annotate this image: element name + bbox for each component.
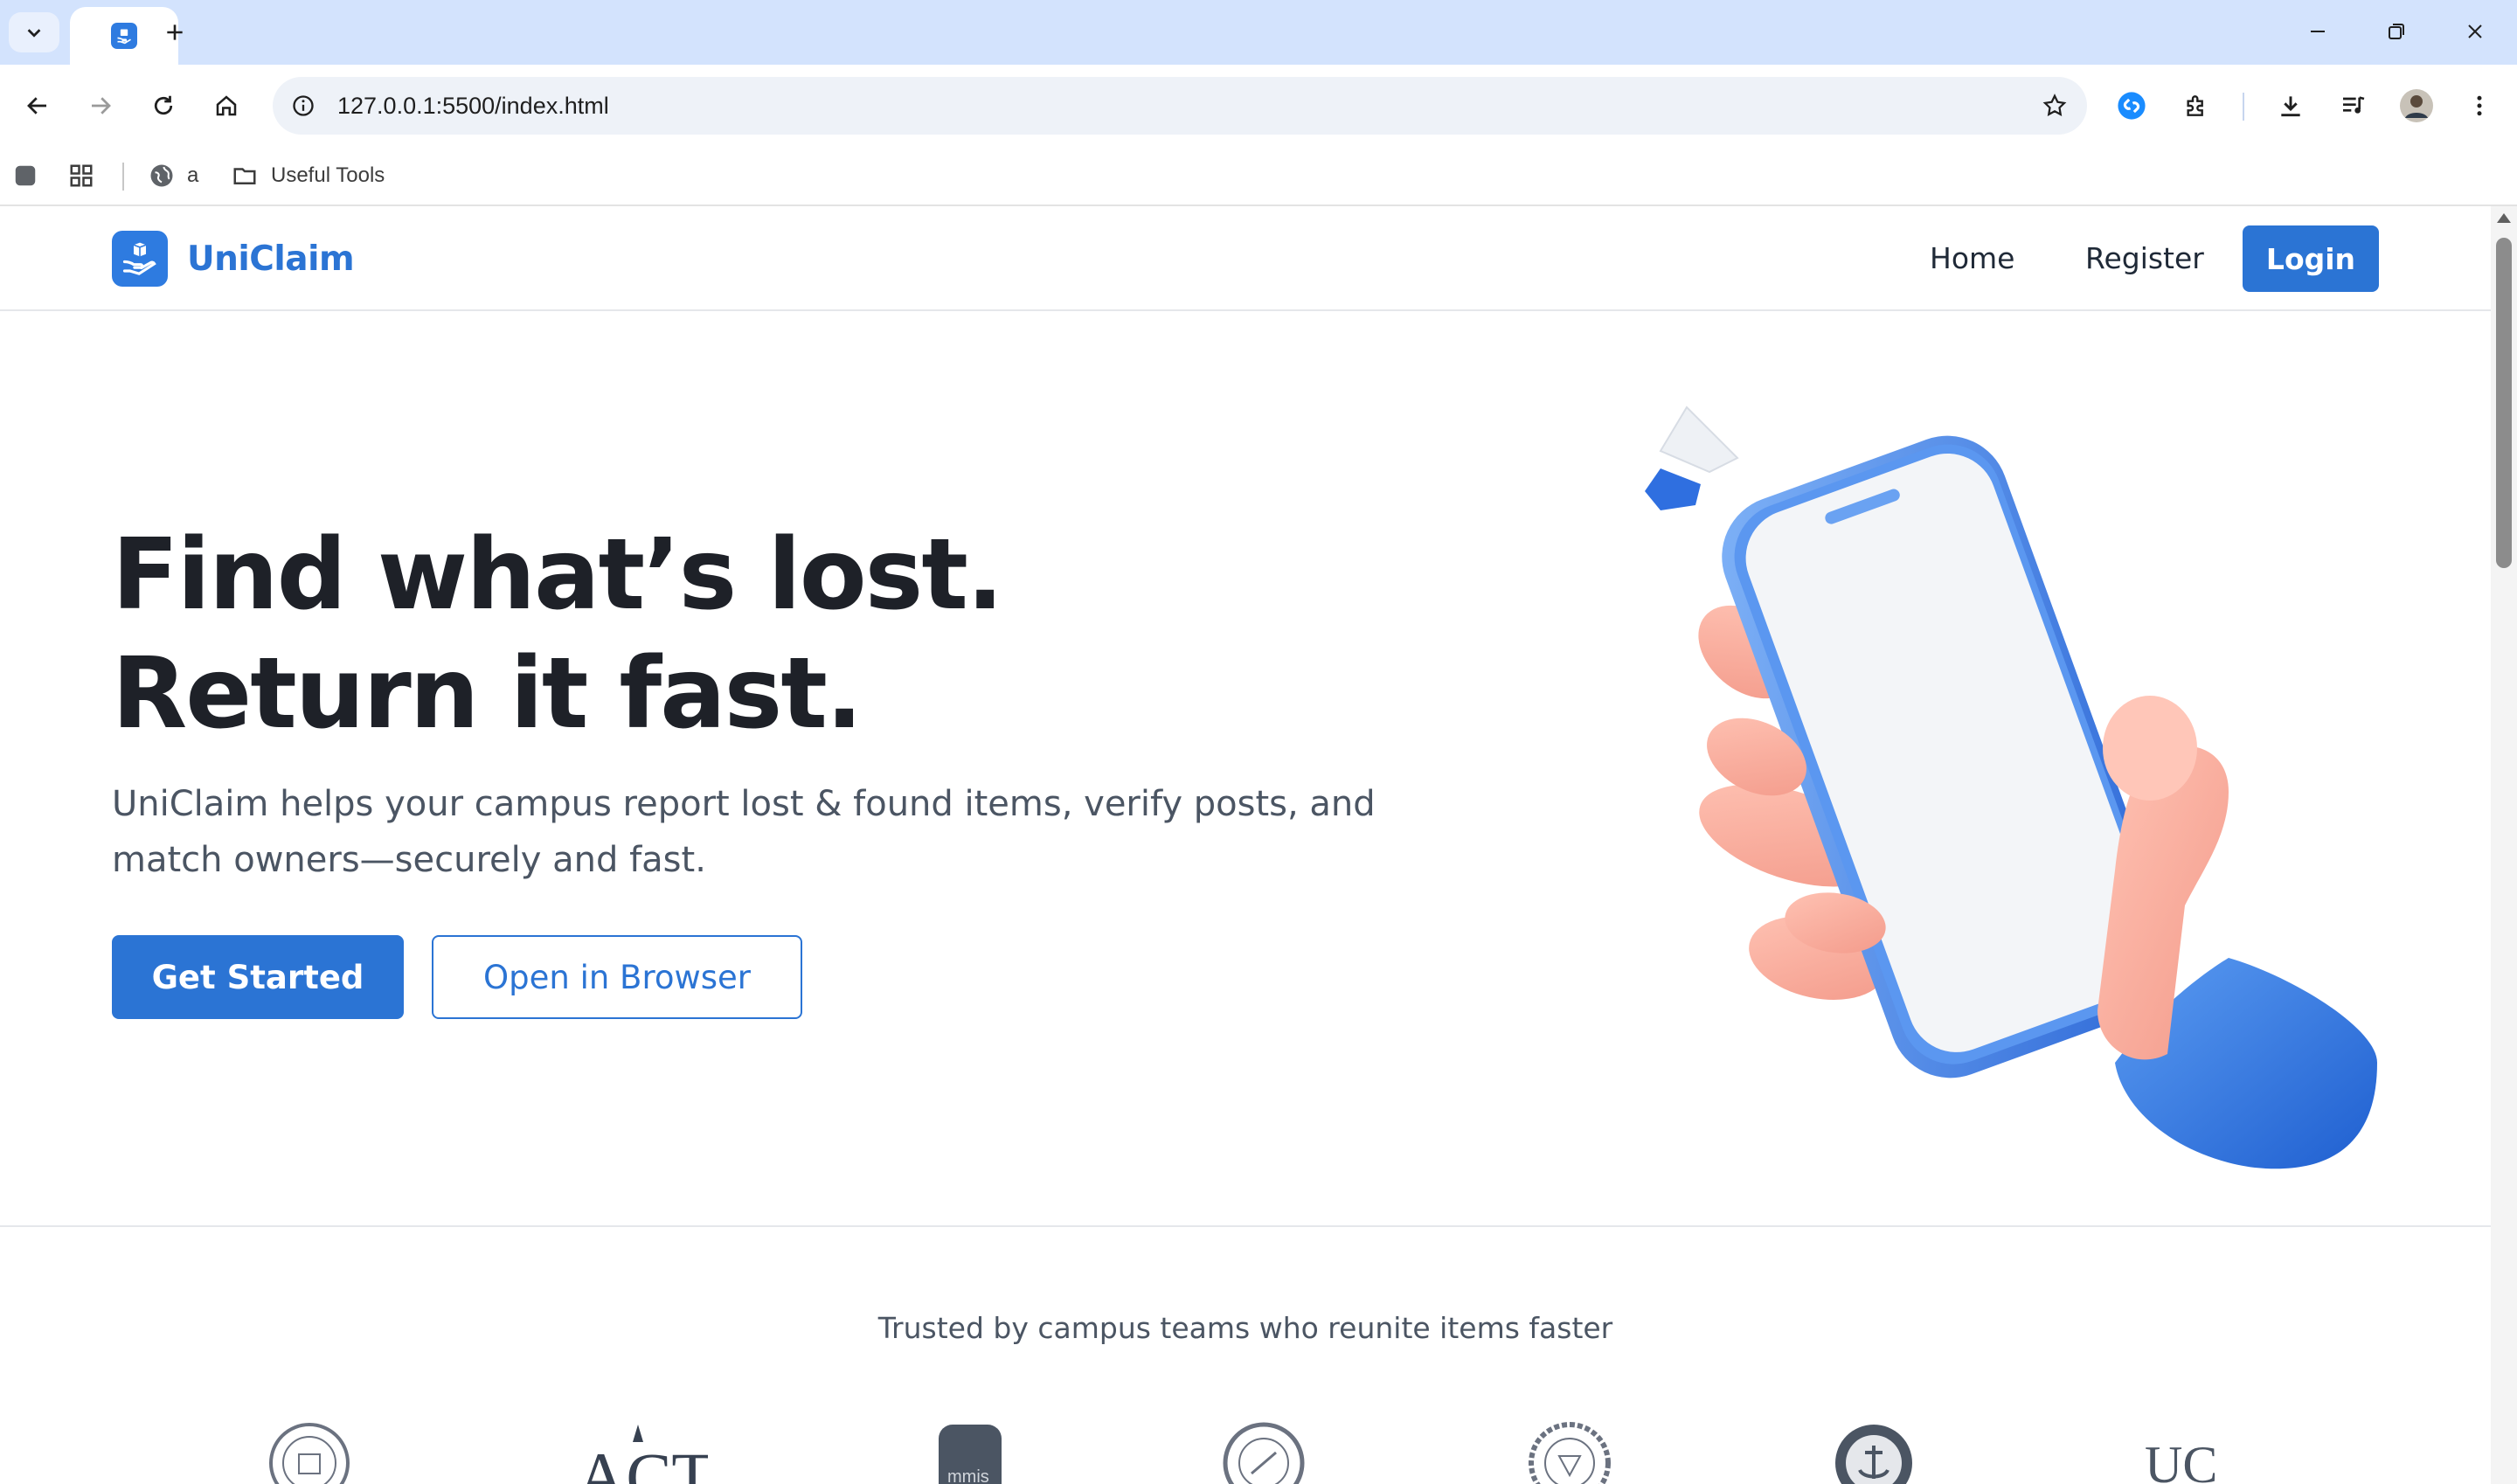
bookmark-app-square[interactable] [12,156,38,196]
browser-toolbar: 127.0.0.1:5500/index.html [0,65,2517,147]
minimize-button[interactable] [2286,9,2349,54]
home-icon [216,95,237,116]
bookmark-folder-useful-tools[interactable]: Useful Tools [231,156,385,196]
bookmarks-separator [122,163,124,191]
close-window-button[interactable] [2444,9,2507,54]
section-divider [0,1225,2491,1227]
svg-text:mmis: mmis [947,1467,989,1484]
plus-icon [167,24,183,40]
nav-home-link[interactable]: Home [1930,231,2014,287]
forward-button[interactable] [77,82,124,129]
new-tab-button[interactable] [154,12,196,52]
brand[interactable]: UniClaim [112,231,355,287]
restore-button[interactable] [2365,9,2428,54]
bookmark-a[interactable]: a [149,156,198,196]
act-logo-icon: ACT [577,1425,708,1484]
hero-subtitle: UniClaim helps your campus report lost &… [112,784,1376,880]
bookmarks-bar: a Useful Tools [0,147,2517,206]
globe-icon [150,164,173,187]
partner-logos: ACT mmis UC [0,1421,2491,1484]
close-icon [2468,24,2482,38]
hero-title-line-1: Find what’s lost. [112,518,1003,632]
normal-university-seal-icon [1223,1422,1305,1484]
shazam-extension-icon[interactable] [2108,82,2155,129]
downloads-icon[interactable] [2267,82,2314,129]
site-info-icon[interactable] [285,87,322,124]
hero-title-line-2: Return it fast. [112,637,863,751]
extensions-puzzle-icon[interactable] [2173,82,2220,129]
back-button[interactable] [14,82,61,129]
open-in-browser-button[interactable]: Open in Browser [432,935,802,1019]
folder-icon [233,168,256,184]
profile-avatar[interactable] [2393,82,2440,129]
brand-name: UniClaim [187,239,355,279]
bookmark-apps-grid[interactable] [68,156,94,196]
tab-search-button[interactable] [9,12,59,52]
bookmark-label: Useful Tools [271,163,385,187]
hand-holding-phone-illustration [1645,406,2377,1169]
chevron-down-icon [27,29,41,38]
scroll-up-arrow-icon[interactable] [2497,213,2511,223]
browser-menu-icon[interactable] [2456,82,2503,129]
arrow-left-icon [27,97,46,114]
page-viewport: UniClaim Home Register Login Find what’s… [0,206,2491,1484]
bookmark-star-icon[interactable] [2036,87,2073,124]
media-controls-icon[interactable] [2330,82,2377,129]
uniclaim-favicon-icon [111,23,137,49]
restore-icon [2389,24,2404,39]
university-seal-icon [1529,1422,1611,1484]
home-button[interactable] [203,82,250,129]
page-scrollbar[interactable] [2491,206,2517,1484]
nav-login-button[interactable]: Login [2243,225,2379,292]
uc-logo-icon: UC [2145,1436,2217,1484]
reload-button[interactable] [140,82,187,129]
minimize-icon [2311,31,2325,32]
browser-tabstrip [0,0,2517,65]
uniclaim-logo-icon [112,231,168,287]
mmis-logo-icon: mmis [939,1425,1002,1484]
nav-register-link[interactable]: Register [2085,231,2204,287]
arrow-right-icon [92,97,111,114]
app-square-icon [15,165,36,186]
get-started-button[interactable]: Get Started [112,935,404,1019]
site-navbar: UniClaim Home Register Login [0,206,2491,311]
scrollbar-thumb[interactable] [2496,238,2512,568]
anchor-seal-icon [1835,1425,1912,1484]
address-bar-url[interactable]: 127.0.0.1:5500/index.html [337,77,609,135]
toolbar-separator [2243,93,2244,121]
svg-text:ACT: ACT [577,1439,708,1484]
university-seal-icon [269,1423,350,1484]
address-bar[interactable]: 127.0.0.1:5500/index.html [273,77,2087,135]
reload-icon [154,95,173,115]
apps-grid-icon [70,164,93,187]
trusted-heading: Trusted by campus teams who reunite item… [877,1311,1613,1345]
svg-text:UC: UC [2145,1436,2217,1484]
bookmark-label: a [187,163,199,187]
hero-title: Find what’s lost. Return it fast. [112,516,1248,753]
